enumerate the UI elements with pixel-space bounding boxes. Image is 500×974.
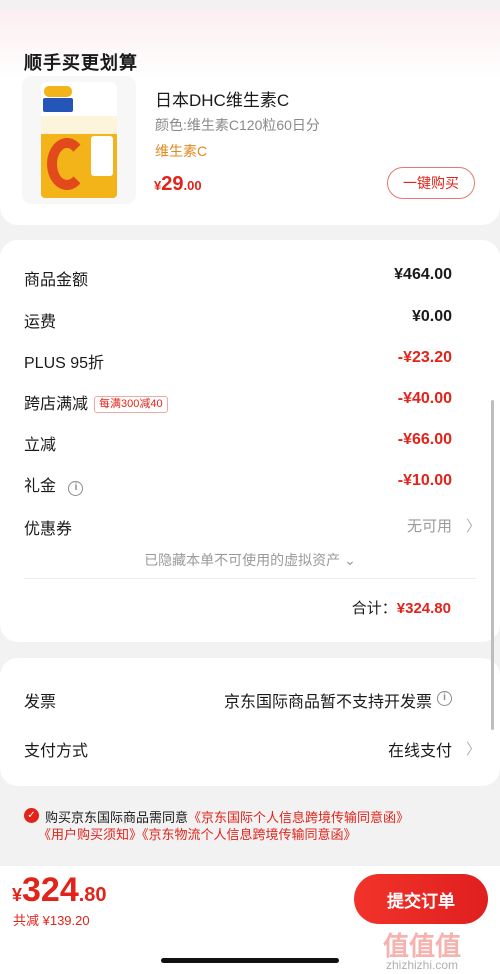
price-integer: 324: [22, 871, 79, 909]
hidden-assets-label: 已隐藏本单不可使用的虚拟资产: [144, 552, 341, 568]
submit-order-button[interactable]: 提交订单: [354, 874, 488, 924]
order-summary-card: 商品金额 ¥464.00 运费 ¥0.00 PLUS 95折 -¥23.20 跨…: [0, 240, 500, 642]
watermark-logo: 值值值: [382, 931, 461, 961]
watermark: 值值值 zhizhizhi.com: [352, 926, 492, 972]
hidden-assets-note[interactable]: 已隐藏本单不可使用的虚拟资产 ⌄: [0, 550, 500, 570]
summary-row-gift-money: 礼金 i -¥10.00: [24, 472, 452, 496]
summary-row-instant-discount: 立减 -¥66.00: [24, 431, 452, 455]
consent-section: ✓ 购买京东国际商品需同意《京东国际个人信息跨境传输同意函》 《用户购买须知》《…: [0, 798, 500, 864]
product-spec: 颜色:维生素C120粒60日分: [155, 117, 320, 133]
upsell-title: 顺手买更划算: [24, 53, 138, 73]
one-click-buy-button[interactable]: 一键购买: [387, 167, 475, 199]
divider: [24, 578, 476, 579]
invoice-label: 发票: [24, 694, 57, 711]
row-label: 运费: [24, 314, 57, 331]
scrollbar[interactable]: [491, 400, 494, 730]
summary-total: 合计：¥324.80: [352, 597, 451, 618]
chevron-right-icon[interactable]: 〉: [466, 515, 481, 536]
row-value: ¥464.00: [394, 266, 452, 283]
row-value: -¥10.00: [397, 472, 452, 489]
invoice-payment-card: 发票 京东国际商品暂不支持开发票 i 支付方式 在线支付 〉: [0, 658, 500, 786]
home-indicator: [161, 958, 339, 963]
cross-border-consent-link[interactable]: 《京东国际个人信息跨境传输同意函》: [188, 810, 409, 825]
row-label: 礼金: [24, 478, 57, 495]
logistics-consent-link[interactable]: 《京东物流个人信息跨境传输同意函》: [142, 827, 357, 842]
price-decimal: .80: [78, 884, 107, 906]
dhc-vitamin-c-package-icon: [41, 82, 117, 198]
row-value: 无可用: [406, 518, 452, 535]
summary-row-goods-amount: 商品金额 ¥464.00: [24, 266, 452, 290]
summary-row-shipping: 运费 ¥0.00: [24, 308, 452, 332]
total-value: ¥324.80: [396, 600, 451, 617]
info-icon[interactable]: i: [68, 481, 84, 496]
row-value: ¥0.00: [411, 308, 452, 325]
row-value: -¥40.00: [397, 390, 452, 407]
invoice-value: 京东国际商品暂不支持开发票: [223, 694, 432, 711]
row-label: 立减: [24, 437, 57, 454]
payment-value: 在线支付: [387, 743, 452, 760]
row-value: -¥66.00: [397, 431, 452, 448]
price-symbol: ¥: [12, 885, 23, 905]
invoice-row: 发票 京东国际商品暂不支持开发票: [24, 688, 452, 712]
consent-line-2: 《用户购买须知》《京东物流个人信息跨境传输同意函》: [38, 824, 357, 843]
info-icon[interactable]: i: [437, 691, 452, 706]
row-label: 商品金额: [24, 272, 89, 289]
upsell-card: 顺手买更划算 日本DHC维生素C 颜色:维生素C120粒60日分 维生素C ¥2…: [0, 10, 500, 225]
purchase-notice-link[interactable]: 《用户购买须知》: [38, 827, 142, 842]
footer-savings: 共减 ¥139.20: [13, 913, 90, 928]
checkout-footer: ¥324.80 共减 ¥139.20 提交订单 值值值 zhizhizhi.co…: [0, 866, 500, 974]
consent-prefix: 购买京东国际商品需同意: [45, 810, 189, 825]
summary-row-coupon[interactable]: 优惠券 无可用: [24, 515, 452, 539]
check-icon[interactable]: ✓: [24, 808, 39, 823]
chevron-down-icon: ⌄: [344, 552, 356, 568]
payment-label: 支付方式: [24, 743, 89, 760]
row-label: 优惠券: [24, 521, 73, 538]
payment-method-row[interactable]: 支付方式 在线支付: [24, 737, 452, 761]
summary-row-plus-discount: PLUS 95折 -¥23.20: [24, 349, 452, 373]
product-tag: 维生素C: [155, 143, 208, 159]
watermark-site: zhizhizhi.com: [385, 958, 459, 972]
product-price: ¥29.00: [154, 173, 202, 196]
price-integer: 29: [161, 173, 184, 195]
promo-badge: 每满300减40: [94, 396, 168, 413]
product-image[interactable]: [22, 76, 136, 204]
product-name[interactable]: 日本DHC维生素C: [155, 86, 289, 111]
row-label: PLUS 95折: [24, 355, 105, 372]
footer-total-price: ¥324.80: [12, 871, 107, 910]
chevron-right-icon[interactable]: 〉: [466, 738, 481, 759]
total-label: 合计：: [351, 600, 397, 617]
row-value: -¥23.20: [397, 349, 452, 366]
price-decimal: .00: [183, 178, 202, 193]
row-label: 跨店满减: [24, 396, 89, 413]
summary-row-cross-store: 跨店满减 每满300减40 -¥40.00: [24, 390, 452, 414]
